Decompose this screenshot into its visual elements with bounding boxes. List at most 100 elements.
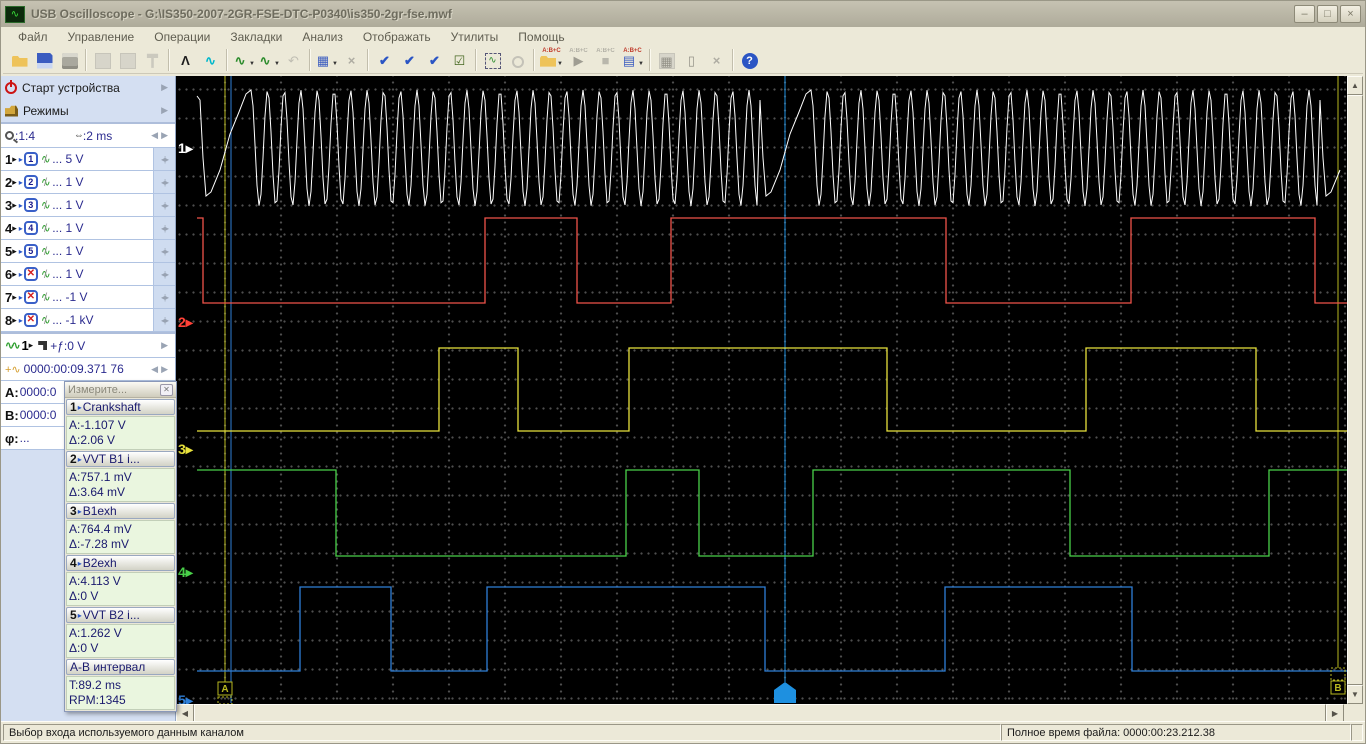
channel-scale-value[interactable]: ... 1 V xyxy=(52,175,153,189)
display-mode-button[interactable]: ▦ ▼ xyxy=(314,47,339,73)
abc-panel-button[interactable]: A:B+C ▤ ▼ xyxy=(619,47,646,73)
save-file-button[interactable] xyxy=(32,47,57,73)
scroll-down-icon[interactable]: ▼ xyxy=(1347,685,1363,704)
trigger-level[interactable]: +ƒ:0 V xyxy=(50,339,85,353)
zoom-ratio[interactable]: :1:4 xyxy=(15,129,35,143)
channel-arrows[interactable]: ◂|▸ xyxy=(153,217,175,239)
start-device-row[interactable]: Старт устройства ▶ xyxy=(1,76,175,99)
impulse-marker-button[interactable]: Λ xyxy=(173,47,198,73)
channel-badge-icon[interactable]: 1 xyxy=(23,152,38,166)
channel-row-1[interactable]: 1▸▸1∿... 5 V◂|▸ xyxy=(1,148,175,171)
menu-item-8[interactable]: Помощь xyxy=(509,29,573,45)
channel-row-5[interactable]: 5▸▸5∿... 1 V◂|▸ xyxy=(1,240,175,263)
trigger-row[interactable]: ∿∿ 1 ▸ +ƒ:0 V ▶ xyxy=(1,334,175,358)
measure-item-header[interactable]: 2 ▸ VVT B1 i... xyxy=(66,451,175,467)
accept-button[interactable]: ✔ xyxy=(372,47,397,73)
measurements-panel[interactable]: Измерите... ✕ 1 ▸ Crankshaft A:-1.107 V Δ:2.… xyxy=(64,381,177,712)
channel-row-6[interactable]: 6▸▸✕∿... 1 V◂|▸ xyxy=(1,263,175,286)
channel-row-3[interactable]: 3▸▸3∿... 1 V◂|▸ xyxy=(1,194,175,217)
vertical-scrollbar[interactable]: ▲ ▼ xyxy=(1347,76,1363,704)
channel-row-8[interactable]: 8▸▸✕∿... -1 kV◂|▸ xyxy=(1,309,175,332)
channel-marker-1[interactable]: 1▸ xyxy=(178,141,193,155)
measure-value-line: Δ:3.64 mV xyxy=(69,485,126,499)
channel-number: 1 xyxy=(5,151,13,167)
channel-badge-icon[interactable]: 5 xyxy=(23,244,38,258)
prev-signal-button[interactable]: ∿ ▼ xyxy=(231,47,256,73)
vertical-scroll-thumb[interactable] xyxy=(1347,95,1363,685)
channel-marker-4[interactable]: 4▸ xyxy=(178,565,193,579)
report-button[interactable]: ☑ xyxy=(447,47,472,73)
menu-item-7[interactable]: Утилиты xyxy=(442,29,508,45)
dropdown-arrow-icon: ▼ xyxy=(332,61,338,67)
scroll-up-icon[interactable]: ▲ xyxy=(1347,76,1363,95)
measure-item-header[interactable]: 5 ▸ VVT B2 i... xyxy=(66,607,175,623)
channel-scale-value[interactable]: ... -1 V xyxy=(52,290,153,304)
oscilloscope-plot[interactable]: AB 1▸ 2▸ 3▸ 4▸ 5▸ xyxy=(176,76,1347,707)
channel-arrows[interactable]: ◂|▸ xyxy=(153,263,175,285)
waveform-canvas[interactable]: AB xyxy=(176,76,1347,704)
channel-marker-3[interactable]: 3▸ xyxy=(178,442,193,456)
arrow-icon: ▸ xyxy=(18,269,23,279)
channel-scale-value[interactable]: ... 1 V xyxy=(52,267,153,281)
trigger-position-handle[interactable] xyxy=(774,682,796,703)
menu-item-6[interactable]: Отображать xyxy=(354,29,440,45)
titlebar[interactable]: ∿ USB Oscilloscope - G:\IS350-2007-2GR-F… xyxy=(1,1,1365,27)
timebase-value[interactable]: :2 ms xyxy=(83,129,112,143)
restore-button[interactable]: □ xyxy=(1317,5,1338,23)
channel-disabled-icon[interactable]: ✕ xyxy=(23,313,38,327)
channel-row-7[interactable]: 7▸▸✕∿... -1 V◂|▸ xyxy=(1,286,175,309)
minimize-button[interactable]: – xyxy=(1294,5,1315,23)
close-icon[interactable]: ✕ xyxy=(160,383,173,396)
channel-scale-value[interactable]: ... 1 V xyxy=(52,244,153,258)
accept-next-button[interactable]: ✔ xyxy=(422,47,447,73)
channel-arrows[interactable]: ◂|▸ xyxy=(153,194,175,216)
menu-item-5[interactable]: Анализ xyxy=(293,29,352,45)
open-file-button[interactable] xyxy=(7,47,32,73)
channel-marker-2[interactable]: 2▸ xyxy=(178,315,193,329)
channel-arrows[interactable]: ◂|▸ xyxy=(153,240,175,262)
channel-row-4[interactable]: 4▸▸4∿... 1 V◂|▸ xyxy=(1,217,175,240)
menu-item-3[interactable]: Операции xyxy=(145,29,219,45)
timebase-inc-icon[interactable]: ▶ xyxy=(161,130,168,141)
channel-arrows[interactable]: ◂|▸ xyxy=(153,148,175,170)
arrow-icon: ▸ xyxy=(18,154,23,164)
menu-item-4[interactable]: Закладки xyxy=(221,29,291,45)
channel-scale-value[interactable]: ... 5 V xyxy=(52,152,153,166)
measurements-list: 1 ▸ Crankshaft A:-1.107 V Δ:2.06 V 2 ▸ VVT B1 i… xyxy=(65,399,176,710)
position-dec-icon[interactable]: ◀ xyxy=(151,364,158,375)
close-button[interactable]: × xyxy=(1340,5,1361,23)
channel-badge-icon[interactable]: 3 xyxy=(23,198,38,212)
print-button[interactable] xyxy=(57,47,82,73)
menu-item-2[interactable]: Управление xyxy=(59,29,144,45)
measure-item-header[interactable]: 1 ▸ Crankshaft xyxy=(66,399,175,415)
channel-arrows[interactable]: ◂|▸ xyxy=(153,171,175,193)
measure-item-header[interactable]: A-B интервал xyxy=(66,659,175,675)
channel-disabled-icon[interactable]: ✕ xyxy=(23,290,38,304)
channel-scale-value[interactable]: ... 1 V xyxy=(52,221,153,235)
zoom-timebase-row[interactable]: :1:4 ⇔ :2 ms ◀ ▶ xyxy=(1,124,175,148)
channel-scale-value[interactable]: ... 1 V xyxy=(52,198,153,212)
measure-item-header[interactable]: 4 ▸ B2exh xyxy=(66,555,175,571)
measure-item-header[interactable]: 3 ▸ B1exh xyxy=(66,503,175,519)
position-time-row[interactable]: +∿ 0000:00:09.371 76 ◀ ▶ xyxy=(1,358,175,381)
help-button[interactable]: ? xyxy=(737,47,762,73)
select-region-button[interactable]: ∿ xyxy=(480,47,505,73)
accept-all-button[interactable]: ✔ xyxy=(397,47,422,73)
channel-disabled-icon[interactable]: ✕ xyxy=(23,267,38,281)
channel-arrows[interactable]: ◂|▸ xyxy=(153,309,175,331)
modes-row[interactable]: Режимы ▶ xyxy=(1,99,175,122)
position-inc-icon[interactable]: ▶ xyxy=(161,364,168,375)
timebase-dec-icon[interactable]: ◀ xyxy=(151,130,158,141)
channel-scale-value[interactable]: ... -1 kV xyxy=(52,313,153,327)
wave-select-button[interactable]: ∿ xyxy=(198,47,223,73)
menu-item-1[interactable]: Файл xyxy=(9,29,57,45)
channel-badge-icon[interactable]: 2 xyxy=(23,175,38,189)
undo-icon: ↶ xyxy=(288,52,299,68)
abc-play-button: A:B+C ▶ xyxy=(565,47,592,73)
channel-row-2[interactable]: 2▸▸2∿... 1 V◂|▸ xyxy=(1,171,175,194)
next-signal-button[interactable]: ∿ ▼ xyxy=(256,47,281,73)
abc-open-button[interactable]: A:B+C ▼ xyxy=(538,47,565,73)
channel-arrows[interactable]: ◂|▸ xyxy=(153,286,175,308)
channel-badge-icon[interactable]: 4 xyxy=(23,221,38,235)
measurements-panel-titlebar[interactable]: Измерите... ✕ xyxy=(65,382,176,398)
